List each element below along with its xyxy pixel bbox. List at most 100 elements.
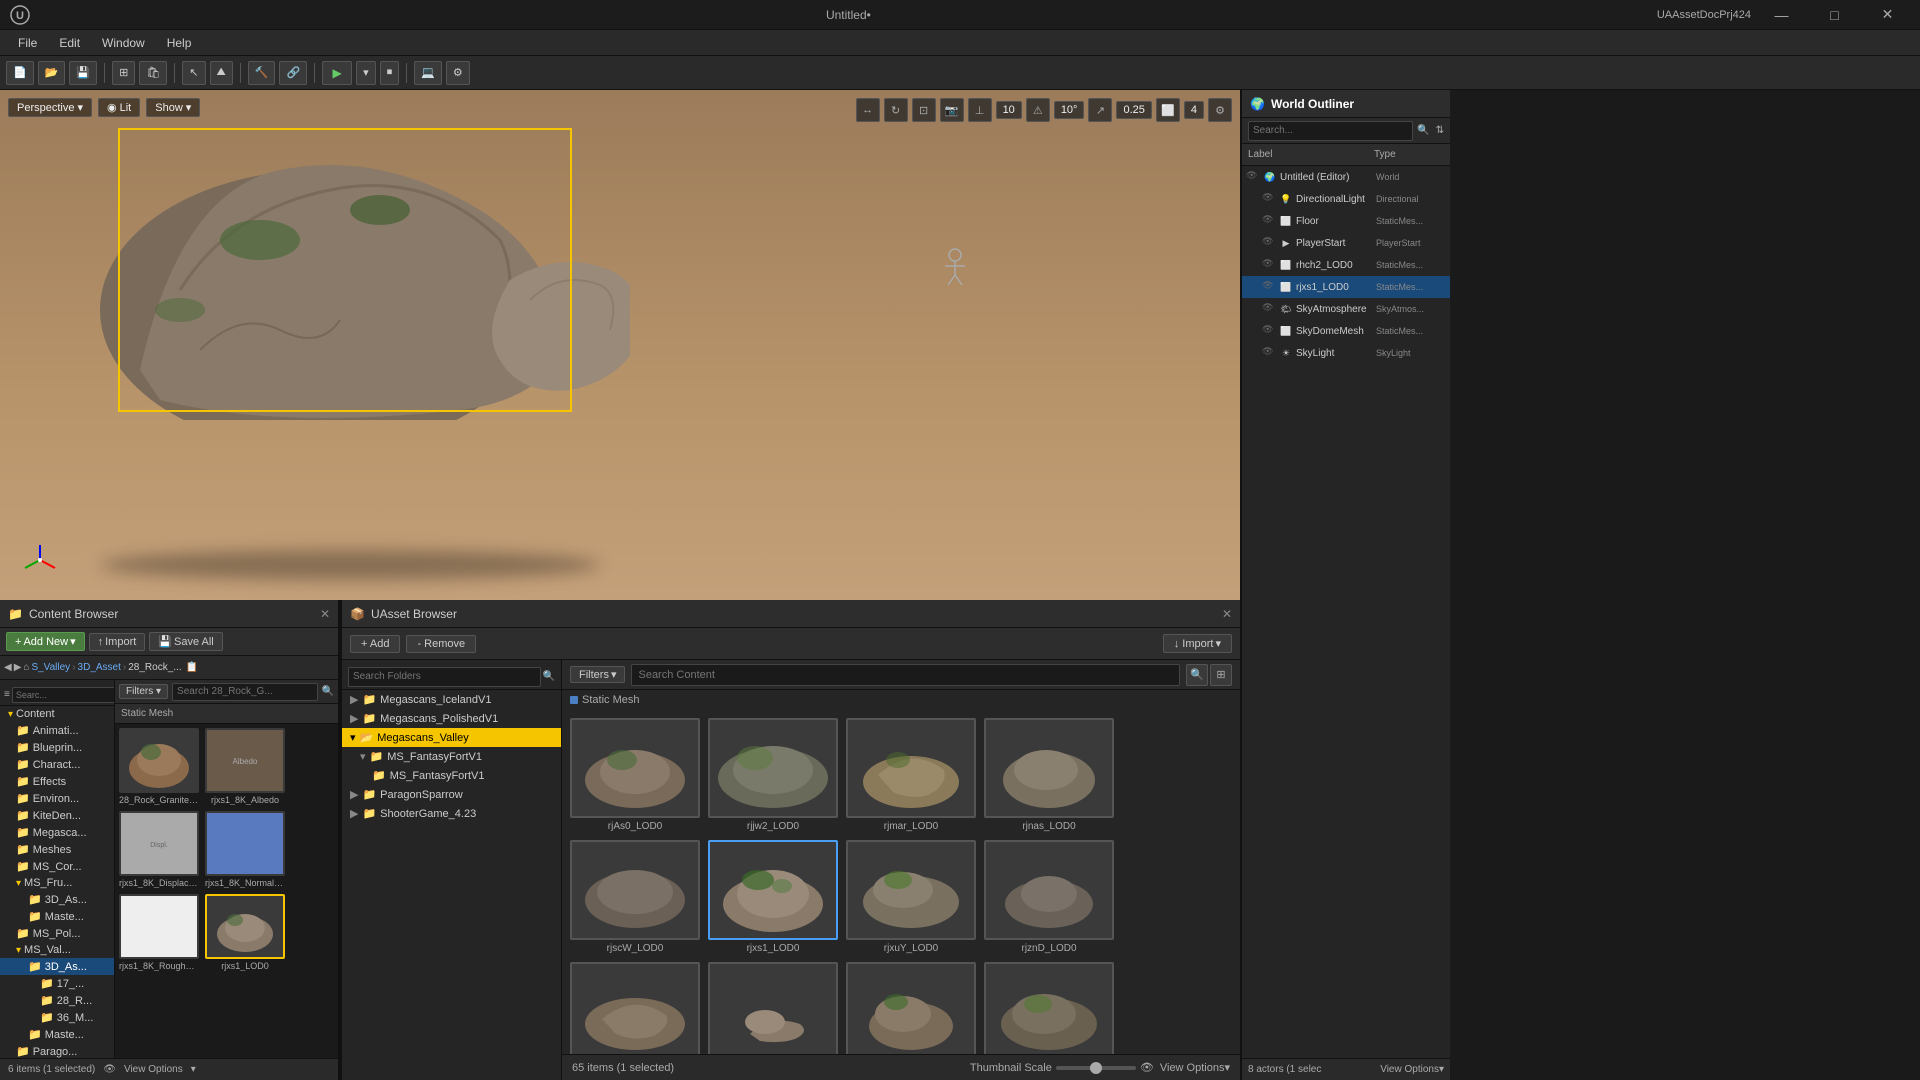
uab-remove-button[interactable]: - Remove	[406, 635, 476, 653]
play-options-button[interactable]: ▾	[356, 61, 376, 85]
tree-item-effects[interactable]: 📁 Effects	[0, 773, 114, 790]
wo-visibility-icon-7[interactable]: 👁	[1262, 302, 1276, 316]
menu-file[interactable]: File	[8, 34, 47, 52]
cb-search-icon[interactable]: 🔍	[322, 686, 334, 697]
uab-asset-rjjw2[interactable]: rjjw2_LOD0	[708, 718, 838, 832]
wo-visibility-icon-5[interactable]: 👁	[1262, 258, 1276, 272]
wo-visibility-icon-8[interactable]: 👁	[1262, 324, 1276, 338]
uab-view-chevron-icon[interactable]: ▾	[1224, 1061, 1230, 1074]
folder-ms-fantasy-2[interactable]: 📁 MS_FantasyFortV1	[342, 766, 561, 785]
wo-sort-icon[interactable]: ⇅	[1436, 125, 1444, 136]
uasset-assets-container[interactable]: rjAs0_LOD0	[562, 710, 1240, 1054]
tree-item-blueprints[interactable]: 📁 Blueprin...	[0, 739, 114, 756]
folder-ms-fantasy[interactable]: ▾ 📁 MS_FantasyFortV1	[342, 747, 561, 766]
asset-normal[interactable]: rjxs1_8K_NormalLOD0	[205, 811, 285, 888]
wo-visibility-icon-3[interactable]: 👁	[1262, 214, 1276, 228]
wo-visibility-icon-6[interactable]: 👁	[1262, 280, 1276, 294]
forward-button[interactable]: ▶	[14, 662, 22, 673]
tree-item-environment[interactable]: 📁 Environ...	[0, 790, 114, 807]
wo-view-chevron-icon[interactable]: ▾	[1439, 1064, 1444, 1075]
uab-asset-rkiwf[interactable]: rkiwf_LOD0	[570, 962, 700, 1054]
save-all-button[interactable]: 💾 Save All	[149, 632, 222, 651]
uab-asset-rkiwn[interactable]: rkiwn_LOD0	[708, 962, 838, 1054]
tree-item-3das-1[interactable]: 📁 3D_As...	[0, 891, 114, 908]
close-button[interactable]: ✕	[1865, 0, 1910, 30]
wo-item-untitled[interactable]: 👁 🌍 Untitled (Editor) World	[1242, 166, 1450, 188]
tree-item-kitedem[interactable]: 📁 KiteDen...	[0, 807, 114, 824]
folder-megascans-polished[interactable]: ▶ 📁 Megascans_PolishedV1	[342, 709, 561, 728]
uab-filter-button[interactable]: Filters ▾	[570, 666, 625, 683]
add-new-button[interactable]: + Add New ▾	[6, 632, 85, 651]
tree-item-ms-val[interactable]: ▾ MS_Val...	[0, 942, 114, 958]
tree-item-master-2[interactable]: 📁 Maste...	[0, 1026, 114, 1043]
show-button[interactable]: Show ▾	[146, 98, 200, 117]
tree-item-17[interactable]: 📁 17_...	[0, 975, 114, 992]
path-28-rock[interactable]: 28_Rock_...	[128, 662, 181, 673]
tree-item-3das-2[interactable]: 📁 3D_As...	[0, 958, 114, 975]
uab-add-button[interactable]: + Add	[350, 635, 400, 653]
wo-item-sky-atmo[interactable]: 👁 🌤 SkyAtmosphere SkyAtmos...	[1242, 298, 1450, 320]
open-button[interactable]: 📂	[38, 61, 66, 85]
maximize-button[interactable]: □	[1812, 0, 1857, 30]
back-button[interactable]: ◀	[4, 662, 12, 673]
path-3d-asset[interactable]: 3D_Asset	[78, 662, 121, 673]
thumbnail-slider[interactable]	[1056, 1066, 1136, 1070]
surface-snap-button[interactable]: ⊥	[968, 98, 992, 122]
perspective-button[interactable]: Perspective ▾	[8, 98, 92, 117]
cb-filter-button[interactable]: Filters ▾	[119, 684, 168, 699]
camera-button[interactable]: 📷	[940, 98, 964, 122]
tree-item-28[interactable]: 📁 28_R...	[0, 992, 114, 1009]
save-button[interactable]: 💾	[69, 61, 97, 85]
uab-search-input[interactable]	[631, 664, 1180, 686]
tree-collapse-icon[interactable]: ≡	[4, 689, 10, 700]
world-outliner-search-input[interactable]	[1248, 121, 1413, 141]
asset-rock-granite[interactable]: 28_Rock_Granite_rjxs1_8K_inst	[119, 728, 199, 805]
wo-search-icon[interactable]: 🔍	[1417, 125, 1429, 136]
minimize-button[interactable]: —	[1759, 0, 1804, 30]
menu-edit[interactable]: Edit	[49, 34, 90, 52]
menu-window[interactable]: Window	[92, 34, 155, 52]
lit-button[interactable]: ◉ Lit	[98, 98, 140, 117]
tree-item-36[interactable]: 📁 36_M...	[0, 1009, 114, 1026]
uab-view-options-text[interactable]: View Options	[1160, 1062, 1225, 1074]
build-dropdown-button[interactable]: 🔨	[248, 61, 276, 85]
uab-search-icon-btn[interactable]: 🔍	[1186, 664, 1208, 686]
scale-button[interactable]: ⊡	[912, 98, 936, 122]
tree-item-megascans[interactable]: 📁 Megasca...	[0, 824, 114, 841]
settings-button[interactable]: ⚙	[446, 61, 470, 85]
uab-asset-rjnas[interactable]: rjnas_LOD0	[984, 718, 1114, 832]
uab-asset-rjas0[interactable]: rjAs0_LOD0	[570, 718, 700, 832]
tree-item-ms-fru[interactable]: ▾ MS_Fru...	[0, 875, 114, 891]
uab-import-button[interactable]: ↓ Import ▾	[1163, 634, 1232, 653]
tree-item-characters[interactable]: 📁 Charact...	[0, 756, 114, 773]
snap-button[interactable]: 🔗	[279, 61, 307, 85]
uab-asset-rjxuy[interactable]: rjxuY_LOD0	[846, 840, 976, 954]
translate-button[interactable]: ↔	[856, 98, 880, 122]
menu-help[interactable]: Help	[157, 34, 202, 52]
content-drawer-button[interactable]: ⊞	[112, 61, 135, 85]
uab-asset-11[interactable]: asset_LOD0	[846, 962, 976, 1054]
uab-asset-12[interactable]: asset_LOD0	[984, 962, 1114, 1054]
market-button[interactable]: 🛍	[139, 61, 167, 85]
home-icon[interactable]: ⌂	[23, 662, 29, 673]
tree-item-master-1[interactable]: 📁 Maste...	[0, 908, 114, 925]
content-browser-grid[interactable]: 28_Rock_Granite_rjxs1_8K_inst Albedo	[115, 724, 338, 1058]
rotation-snap-value[interactable]: 10°	[1054, 101, 1085, 119]
asset-roughness[interactable]: rjxs1_8K_Roughness	[119, 894, 199, 971]
thumbnail-slider-handle[interactable]	[1090, 1062, 1102, 1074]
uab-asset-rjmar[interactable]: rjmar_LOD0	[846, 718, 976, 832]
wo-visibility-icon-2[interactable]: 👁	[1262, 192, 1276, 206]
wo-item-sky-light[interactable]: 👁 ☀ SkyLight SkyLight	[1242, 342, 1450, 364]
wo-view-options[interactable]: View Options	[1380, 1064, 1439, 1075]
asset-albedo[interactable]: Albedo rjxs1_8K_Albedo	[205, 728, 285, 805]
path-copy-icon[interactable]: 📋	[186, 662, 198, 673]
uab-asset-rjznd[interactable]: rjznD_LOD0	[984, 840, 1114, 954]
tree-item-paragon[interactable]: 📁 Parago...	[0, 1043, 114, 1058]
close-uasset-button[interactable]: ✕	[1222, 607, 1232, 621]
folder-megascans-valley[interactable]: ▾ 📂 Megascans_Valley	[342, 728, 561, 747]
wo-item-floor[interactable]: 👁 ⬜ Floor StaticMes...	[1242, 210, 1450, 232]
folder-megascans-iceland[interactable]: ▶ 📁 Megascans_IcelandV1	[342, 690, 561, 709]
cb-import-button[interactable]: ↑ Import	[89, 633, 146, 651]
cb-view-options[interactable]: View Options	[124, 1064, 183, 1075]
platforms-button[interactable]: 💻	[414, 61, 442, 85]
